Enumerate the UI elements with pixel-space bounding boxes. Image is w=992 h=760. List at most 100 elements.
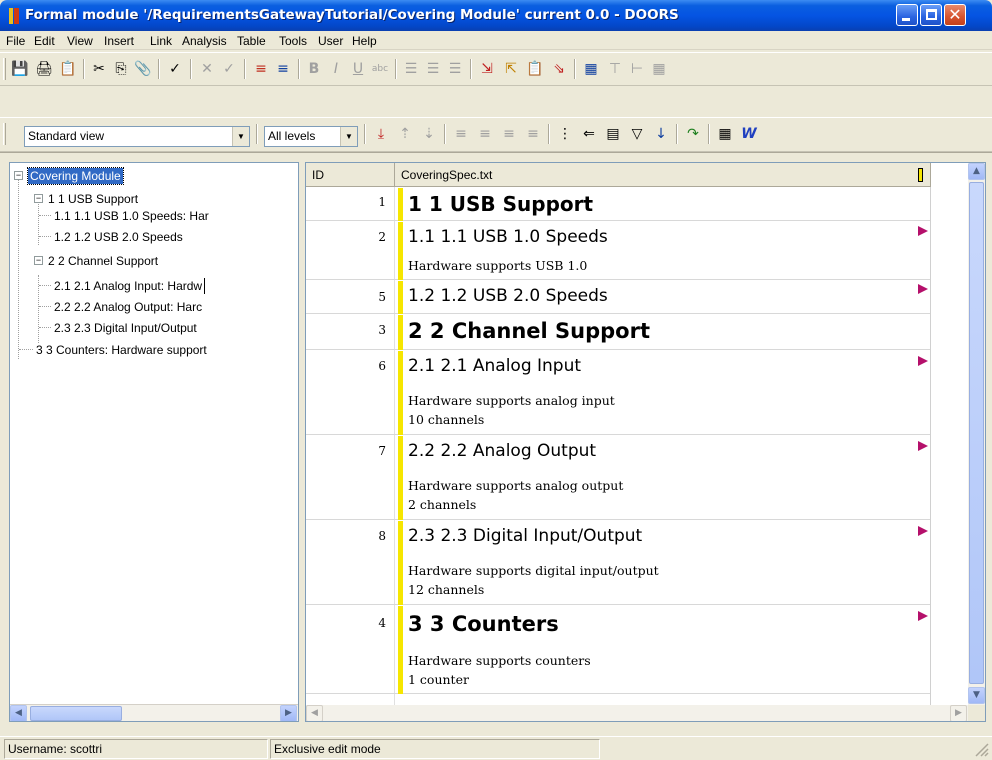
change-bar [398,315,403,350]
collapse-icon[interactable]: − [34,194,43,203]
word-export-icon[interactable]: W [740,126,758,142]
toolbar-separator [548,124,550,144]
scroll-left-icon[interactable]: ◀ [306,705,323,721]
insert-heading-icon[interactable]: ≡ [252,61,270,77]
save-icon[interactable]: 💾 [11,61,29,77]
outgoing-link-icon[interactable] [918,526,928,536]
promote-icon[interactable]: ⇡ [396,126,414,142]
menu-help[interactable]: Help [352,34,377,48]
toolbar-grip[interactable] [3,123,6,145]
paste-icon[interactable]: 📎 [134,61,152,77]
bold-icon[interactable]: B [305,61,323,77]
chevron-down-icon[interactable]: ▼ [232,127,249,146]
link-properties-icon[interactable]: 📋 [526,61,544,77]
scroll-up-icon[interactable]: ▲ [968,163,985,180]
table-icon[interactable]: ▦ [582,61,600,77]
outgoing-link-icon[interactable] [918,226,928,236]
column-header-id[interactable]: ID [306,163,395,187]
scroll-right-icon[interactable]: ▶ [950,705,967,721]
scroll-thumb[interactable] [969,182,984,684]
document-vertical-scrollbar[interactable]: ▲ ▼ [968,163,985,705]
menu-file[interactable]: File [6,34,25,48]
table-row[interactable]: 2 1.1 1.1 USB 1.0 Speeds Hardware suppor… [306,222,930,280]
strikethrough-icon[interactable]: abc [371,61,389,77]
show-graphics-icon[interactable]: ⋮ [556,126,574,142]
tree-horizontal-scrollbar[interactable]: ◀ ▶ [10,704,298,721]
title-bar[interactable]: Formal module '/RequirementsGatewayTutor… [0,0,992,31]
link-end-icon[interactable]: ⇘ [550,61,568,77]
menu-link[interactable]: Link [150,34,172,48]
maximize-button[interactable] [920,4,942,26]
table-row[interactable]: 4 3 3 Counters Hardware supports counter… [306,606,930,694]
view-selector[interactable]: Standard view ▼ [24,126,250,147]
underline-icon[interactable]: U [349,61,367,77]
collapse-icon[interactable]: − [34,256,43,265]
document-horizontal-scrollbar[interactable]: ◀ ▶ [306,705,968,721]
create-link-icon[interactable]: ⇲ [478,61,496,77]
align-right-icon[interactable]: ≡ [500,126,518,142]
export-icon[interactable]: ▦ [716,126,734,142]
outline-icon[interactable]: ⤓ [372,126,390,142]
link-arrows-icon[interactable]: ⇐ [580,126,598,142]
refresh-icon[interactable]: ↷ [684,126,702,142]
outgoing-link-icon[interactable] [918,611,928,621]
module-document-view[interactable]: ID CoveringSpec.txt 1 1 1 USB Support 2 … [305,162,986,722]
table-grid-icon[interactable]: ▦ [650,61,668,77]
menu-analysis[interactable]: Analysis [182,34,227,48]
outgoing-link-icon[interactable] [918,356,928,366]
menu-insert[interactable]: Insert [104,34,134,48]
properties-icon[interactable]: 📋 [59,61,77,77]
column-resize-handle-icon[interactable] [918,168,923,182]
minimize-button[interactable] [896,4,918,26]
collapse-icon[interactable]: − [14,171,23,180]
sort-icon[interactable]: ↓ [652,126,670,142]
increase-indent-icon[interactable]: ☰ [446,61,464,77]
outgoing-link-icon[interactable] [918,441,928,451]
spellcheck-icon[interactable]: ✓ [166,61,184,77]
scroll-left-icon[interactable]: ◀ [10,705,27,721]
align-center-icon[interactable]: ≡ [476,126,494,142]
table-row[interactable]: 7 2.2 2.2 Analog Output Hardware support… [306,436,930,520]
discard-icon[interactable]: ✕ [198,61,216,77]
decrease-indent-icon[interactable]: ☰ [424,61,442,77]
menu-view[interactable]: View [67,34,93,48]
menu-table[interactable]: Table [237,34,266,48]
resize-grip-icon[interactable] [972,740,990,758]
align-left-icon[interactable]: ≡ [452,126,470,142]
cut-icon[interactable]: ✂ [90,61,108,77]
toolbar-grip[interactable] [3,58,6,80]
justify-icon[interactable]: ≡ [524,126,542,142]
scroll-thumb[interactable] [30,706,122,721]
toolbar-separator [395,59,397,79]
insert-row-icon[interactable]: ⊢ [628,61,646,77]
outgoing-link-icon[interactable] [918,284,928,294]
bullets-icon[interactable]: ☰ [402,61,420,77]
filter-icon[interactable]: ▽ [628,126,646,142]
link-start-icon[interactable]: ⇱ [502,61,520,77]
column-header-main[interactable]: CoveringSpec.txt [395,163,931,187]
italic-icon[interactable]: I [327,61,345,77]
print-icon[interactable]: 🖨 [35,61,53,77]
menu-user[interactable]: User [318,34,343,48]
chevron-down-icon[interactable]: ▼ [340,127,357,146]
insert-column-icon[interactable]: ⊤ [606,61,624,77]
table-row[interactable]: 8 2.3 2.3 Digital Input/Output Hardware … [306,521,930,605]
scroll-right-icon[interactable]: ▶ [280,705,297,721]
insert-object-below-icon[interactable]: ≡ [274,61,292,77]
table-row[interactable]: 6 2.1 2.1 Analog Input Hardware supports… [306,351,930,435]
table-row[interactable]: 5 1.2 1.2 USB 2.0 Speeds [306,281,930,314]
tree-connector [39,306,51,307]
levels-selector[interactable]: All levels ▼ [264,126,358,147]
demote-icon[interactable]: ⇣ [420,126,438,142]
menu-edit[interactable]: Edit [34,34,55,48]
copy-icon[interactable]: ⎘ [112,61,130,77]
close-button[interactable]: ✕ [944,4,966,26]
table-row[interactable]: 1 1 1 USB Support [306,188,930,221]
table-row[interactable]: 3 2 2 Channel Support [306,315,930,350]
menu-tools[interactable]: Tools [279,34,307,48]
tree-connector [39,215,51,216]
scroll-down-icon[interactable]: ▼ [968,687,985,704]
module-explorer-tree[interactable]: − Covering Module − 1 1 USB Support 1.1 … [9,162,299,722]
document-view-icon[interactable]: ▤ [604,126,622,142]
accept-icon[interactable]: ✓ [220,61,238,77]
